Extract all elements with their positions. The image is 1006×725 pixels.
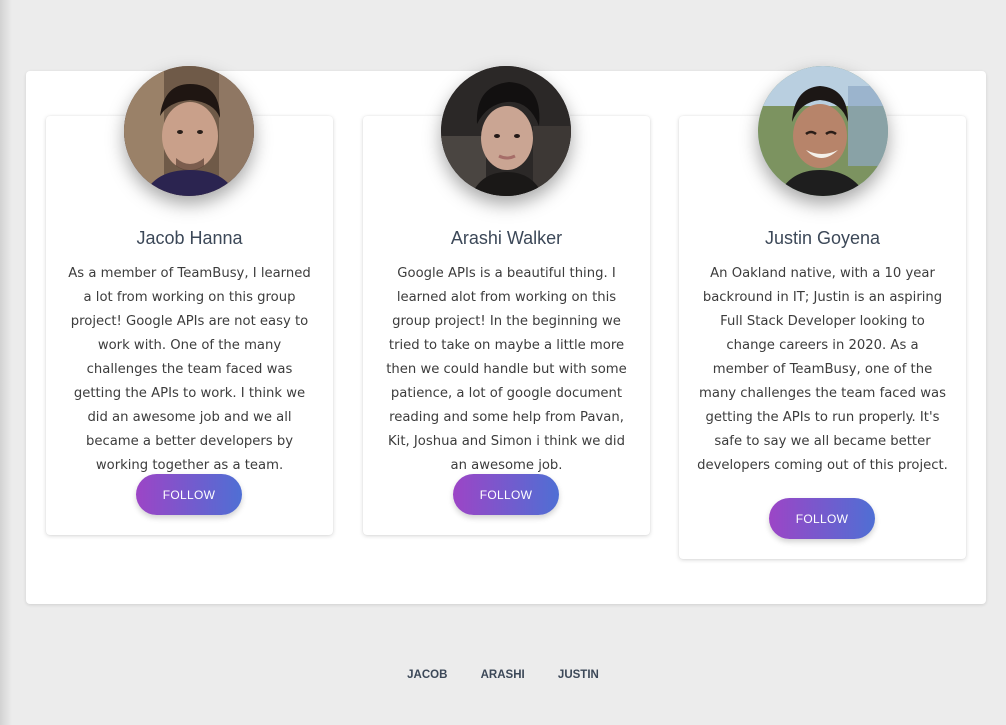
member-name: Arashi Walker	[450, 228, 563, 248]
member-name: Justin Goyena	[764, 228, 881, 248]
page: Jacob Hanna As a member of TeamBusy, I l…	[0, 0, 1006, 725]
avatar-justin	[758, 66, 888, 196]
left-edge-shadow	[0, 0, 12, 725]
avatar-jacob-illustration	[124, 66, 254, 196]
footer-link-jacob[interactable]: JACOB	[407, 669, 447, 681]
member-bio: An Oakland native, with a 10 year backro…	[697, 266, 948, 473]
footer-nav: JACOB ARASHI JUSTIN	[0, 669, 1006, 681]
footer-link-arashi[interactable]: ARASHI	[481, 669, 525, 681]
avatar-jacob	[124, 66, 254, 196]
footer-link-justin[interactable]: JUSTIN	[558, 669, 599, 681]
avatar-justin-illustration	[758, 66, 888, 196]
avatar-arashi-illustration	[441, 66, 571, 196]
member-name: Jacob Hanna	[136, 228, 243, 248]
avatar-arashi	[441, 66, 571, 196]
follow-button-justin[interactable]: FOLLOW	[769, 498, 875, 539]
member-bio: Google APIs is a beautiful thing. I lear…	[386, 266, 627, 473]
member-bio: As a member of TeamBusy, I learned a lot…	[68, 266, 311, 473]
follow-button-arashi[interactable]: FOLLOW	[453, 474, 559, 515]
follow-button-jacob[interactable]: FOLLOW	[136, 474, 242, 515]
